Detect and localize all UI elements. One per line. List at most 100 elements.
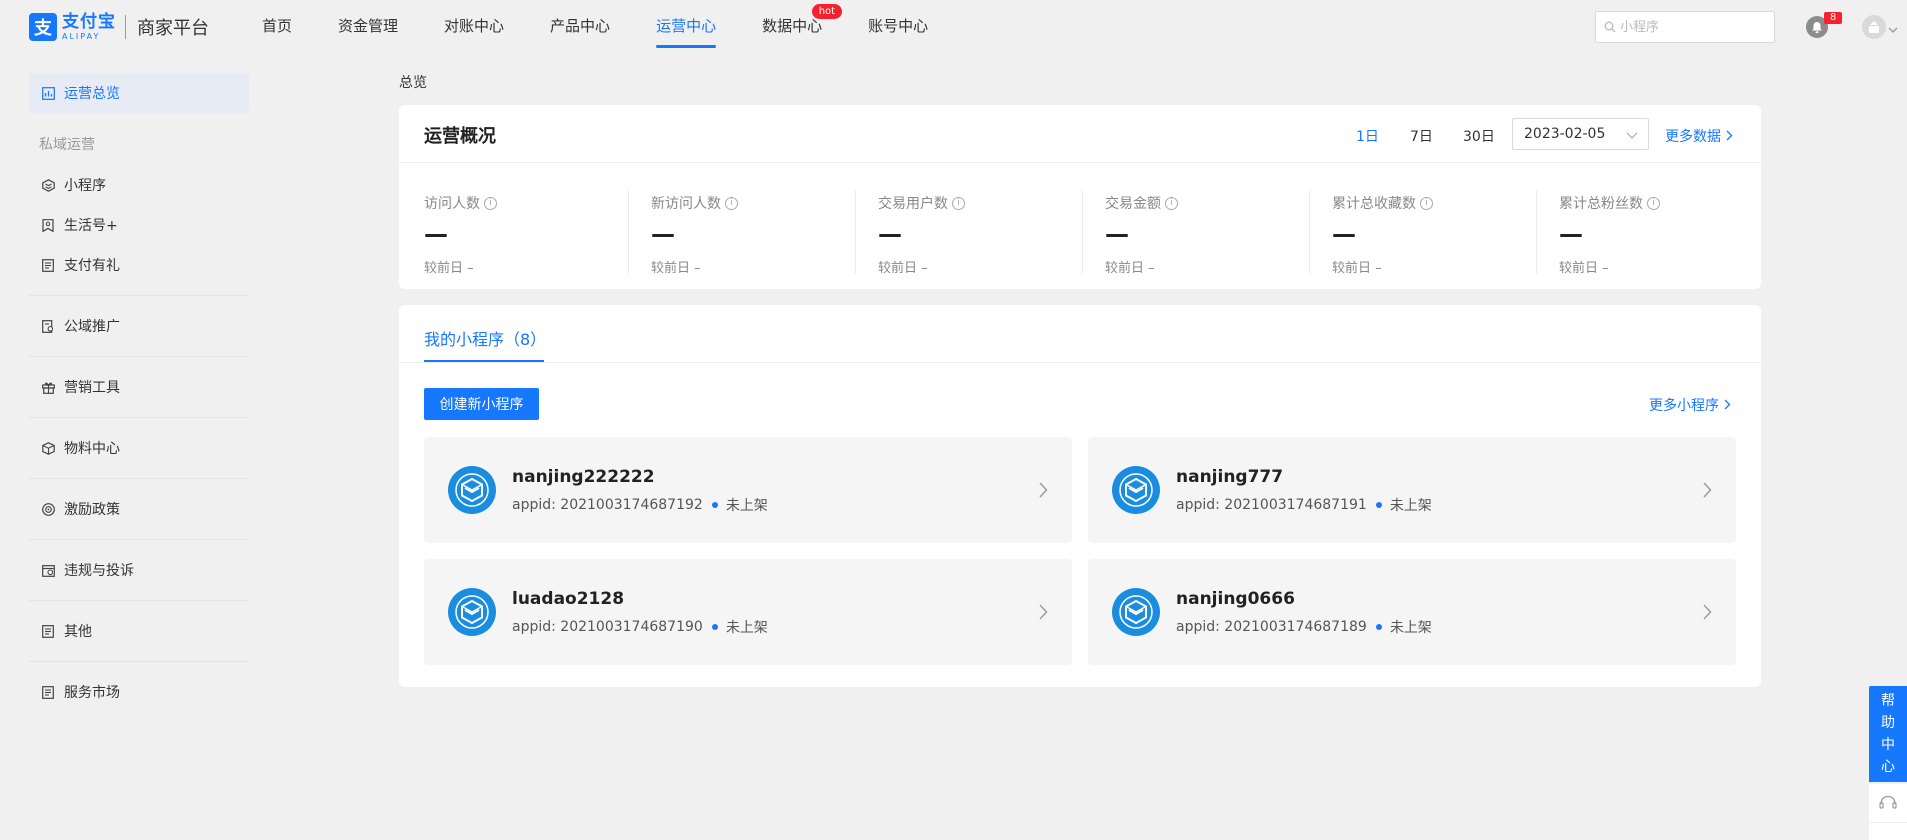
- overview-card: 运营概况 1日 7日 30日 2023-02-05 更多数据 访问人数 i — 较…: [399, 105, 1761, 289]
- metric-label-wrap: 访问人数 i: [424, 193, 497, 213]
- feedback-icon[interactable]: [1869, 822, 1907, 840]
- sidebar-item-public-promotion[interactable]: 公域推广: [29, 306, 249, 346]
- notification-badge: 8: [1824, 12, 1843, 24]
- top-navbar: 支 支付宝 ALIPAY 商家平台 首页 资金管理 对账中心 产品中心 运营中心…: [0, 0, 1907, 52]
- sidebar-divider: [29, 356, 249, 357]
- sidebar-item-marketing-tools[interactable]: 营销工具: [29, 367, 249, 407]
- sidebar-item-incentives[interactable]: 激励政策: [29, 489, 249, 529]
- document-icon: [41, 258, 55, 272]
- info-icon[interactable]: i: [1165, 196, 1178, 210]
- nav-funds[interactable]: 资金管理: [338, 0, 398, 52]
- document-icon: [41, 685, 55, 699]
- calendar-icon: [41, 563, 55, 577]
- sidebar-item-label: 物料中心: [64, 441, 120, 457]
- status-dot: [1375, 502, 1382, 508]
- sidebar-divider: [29, 661, 249, 662]
- create-mini-program-button[interactable]: 创建新小程序: [424, 388, 539, 420]
- sidebar-item-miniapp[interactable]: 小程序: [29, 165, 249, 205]
- more-data-label: 更多数据: [1665, 129, 1721, 145]
- tab-active-indicator: [424, 360, 544, 362]
- help-center-button[interactable]: 帮 助 中 心: [1869, 686, 1907, 782]
- metrics-row: 访问人数 i — 较前日 – 新访问人数 i — 较前日 – 交易用户数 i — 较前…: [399, 163, 1761, 289]
- info-icon[interactable]: i: [1647, 196, 1660, 210]
- help-char: 帮: [1881, 693, 1895, 709]
- miniapp-logo-icon: [1112, 466, 1160, 514]
- info-icon[interactable]: i: [1420, 196, 1433, 210]
- metric-label: 累计总收藏数: [1332, 196, 1416, 212]
- nav-reconciliation[interactable]: 对账中心: [444, 0, 504, 52]
- metric-compare: 较前日 –: [424, 261, 474, 276]
- metric-label: 新访问人数: [651, 196, 721, 212]
- nav-account[interactable]: 账号中心: [868, 0, 928, 52]
- sidebar-item-label: 运营总览: [64, 86, 120, 102]
- mini-program-tile[interactable]: luadao2128 appid: 2021003174687190 未上架: [424, 559, 1072, 665]
- range-7d[interactable]: 7日: [1410, 126, 1433, 146]
- nav-operations[interactable]: 运营中心: [656, 0, 717, 52]
- search-input[interactable]: [1620, 19, 1770, 35]
- app-name: nanjing777: [1176, 467, 1284, 487]
- sidebar-item-lifeaccount[interactable]: 生活号+: [29, 205, 249, 245]
- platform-name: 商家平台: [137, 18, 209, 39]
- nav-data[interactable]: 数据中心 hot: [762, 0, 843, 52]
- box-icon: [41, 441, 55, 455]
- app-status: 未上架: [725, 498, 768, 514]
- help-char: 心: [1881, 759, 1895, 775]
- date-picker[interactable]: 2023-02-05: [1512, 118, 1649, 150]
- app-id: appid: 2021003174687192: [512, 497, 703, 513]
- customer-service-icon[interactable]: [1869, 784, 1907, 822]
- app-meta: appid: 2021003174687189 未上架: [1176, 617, 1432, 637]
- metric-label-wrap: 交易金额 i: [1105, 193, 1178, 213]
- mini-program-tile[interactable]: nanjing222222 appid: 2021003174687192 未上…: [424, 437, 1072, 543]
- sidebar-item-materials[interactable]: 物料中心: [29, 428, 249, 468]
- sidebar-item-service-market[interactable]: 服务市场: [29, 672, 249, 712]
- alipay-logo[interactable]: 支 支付宝 ALIPAY 商家平台: [29, 12, 209, 42]
- chevron-right-icon: [1038, 603, 1048, 625]
- sidebar-group-title: 私域运营: [39, 137, 95, 153]
- logo-en: ALIPAY: [62, 31, 101, 41]
- logo-divider: [125, 15, 126, 39]
- logo-cn: 支付宝: [62, 11, 116, 32]
- info-icon[interactable]: i: [952, 196, 965, 210]
- chevron-right-icon: [1038, 481, 1048, 503]
- sidebar-item-label: 支付有礼: [64, 258, 120, 274]
- more-data-link[interactable]: 更多数据: [1665, 126, 1733, 146]
- sidebar-divider: [29, 600, 249, 601]
- nav-home[interactable]: 首页: [262, 0, 292, 52]
- info-icon[interactable]: i: [484, 196, 497, 210]
- metric-visitors: 访问人数 i — 较前日 –: [399, 163, 626, 289]
- top-search-box[interactable]: [1595, 11, 1775, 43]
- mini-program-tile[interactable]: nanjing777 appid: 2021003174687191 未上架: [1088, 437, 1736, 543]
- metric-compare: 较前日 –: [1105, 261, 1155, 276]
- metric-compare: 较前日 –: [651, 261, 701, 276]
- avatar[interactable]: [1862, 15, 1886, 39]
- range-1d[interactable]: 1日: [1356, 126, 1379, 146]
- chevron-down-icon[interactable]: [1888, 19, 1898, 38]
- metric-value: —: [1332, 220, 1356, 248]
- miniapp-logo-icon: [448, 588, 496, 636]
- sidebar-item-overview[interactable]: 运营总览: [29, 73, 249, 113]
- metric-new-visitors: 新访问人数 i — 较前日 –: [626, 163, 853, 289]
- document-icon: [41, 624, 55, 638]
- sidebar-item-label: 违规与投诉: [64, 563, 134, 579]
- sidebar-item-other[interactable]: 其他: [29, 611, 249, 651]
- mini-program-tile[interactable]: nanjing0666 appid: 2021003174687189 未上架: [1088, 559, 1736, 665]
- search-icon: [1604, 18, 1616, 37]
- tab-my-mini-programs[interactable]: 我的小程序（8）: [424, 326, 546, 350]
- app-status: 未上架: [725, 620, 768, 636]
- sidebar-item-violations[interactable]: 违规与投诉: [29, 550, 249, 590]
- sidebar-item-label: 生活号+: [64, 218, 118, 234]
- info-icon[interactable]: i: [725, 196, 738, 210]
- more-mini-programs-link[interactable]: 更多小程序: [1649, 395, 1731, 415]
- sidebar-item-label: 公域推广: [64, 319, 120, 335]
- range-30d[interactable]: 30日: [1463, 126, 1495, 146]
- sidebar-item-label: 小程序: [64, 178, 106, 194]
- sidebar-item-pay-gift[interactable]: 支付有礼: [29, 245, 249, 285]
- nav-products[interactable]: 产品中心: [550, 0, 610, 52]
- app-meta: appid: 2021003174687192 未上架: [512, 495, 768, 515]
- metric-total-fans: 累计总粉丝数 i — 较前日 –: [1534, 163, 1761, 289]
- sidebar-divider: [29, 478, 249, 479]
- metric-label: 访问人数: [424, 196, 480, 212]
- date-value: 2023-02-05: [1524, 126, 1606, 142]
- sidebar-item-label: 其他: [64, 624, 92, 640]
- miniapp-logo-icon: [448, 466, 496, 514]
